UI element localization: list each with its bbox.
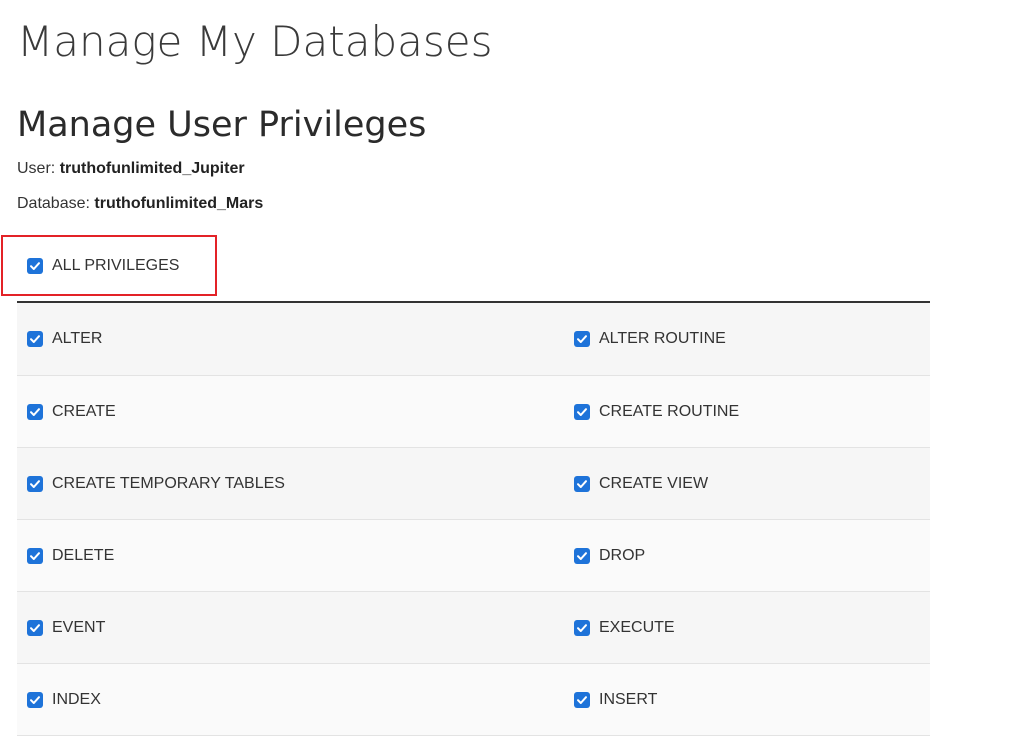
privilege-label: DROP	[599, 546, 646, 564]
privilege-checkbox-create-routine[interactable]: CREATE ROUTINE	[564, 376, 930, 447]
privilege-checkbox-create-temporary-tables[interactable]: CREATE TEMPORARY TABLES	[17, 448, 564, 519]
table-row: INDEX INSERT	[17, 664, 930, 736]
privilege-checkbox-delete[interactable]: DELETE	[17, 520, 564, 591]
privilege-checkbox-alter[interactable]: ALTER	[17, 303, 564, 375]
privilege-label: EXECUTE	[599, 618, 675, 636]
privilege-label: CREATE	[52, 402, 116, 420]
checkbox-checked-icon[interactable]	[574, 475, 590, 492]
table-row: EVENT EXECUTE	[17, 592, 930, 664]
privilege-label: ALTER ROUTINE	[599, 330, 726, 347]
privilege-label: CREATE ROUTINE	[599, 402, 740, 420]
all-privileges-checkbox[interactable]: ALL PRIVILEGES	[27, 257, 179, 275]
checkbox-checked-icon[interactable]	[27, 258, 43, 274]
privilege-label: INDEX	[52, 690, 101, 708]
checkbox-checked-icon[interactable]	[27, 331, 43, 347]
privilege-checkbox-create-view[interactable]: CREATE VIEW	[564, 448, 930, 519]
privilege-label: CREATE VIEW	[599, 474, 709, 492]
privileges-table: ALTER ALTER ROUTINE CREATE CREATE ROUTIN…	[17, 301, 930, 736]
checkbox-checked-icon[interactable]	[574, 331, 590, 347]
privilege-label: CREATE TEMPORARY TABLES	[52, 474, 285, 492]
table-row: CREATE TEMPORARY TABLES CREATE VIEW	[17, 448, 930, 520]
privilege-checkbox-create[interactable]: CREATE	[17, 376, 564, 447]
checkbox-checked-icon[interactable]	[574, 691, 590, 708]
privilege-checkbox-index[interactable]: INDEX	[17, 664, 564, 735]
table-row: CREATE CREATE ROUTINE	[17, 376, 930, 448]
privilege-label: ALTER	[52, 330, 103, 347]
user-label: User:	[17, 160, 56, 177]
checkbox-checked-icon[interactable]	[574, 619, 590, 636]
database-value: truthofunlimited_Mars	[94, 195, 264, 212]
privilege-checkbox-insert[interactable]: INSERT	[564, 664, 930, 735]
checkbox-checked-icon[interactable]	[27, 403, 43, 420]
privilege-label: INSERT	[599, 690, 658, 708]
privilege-checkbox-drop[interactable]: DROP	[564, 520, 930, 591]
section-title: Manage User Privileges	[17, 105, 427, 145]
checkbox-checked-icon[interactable]	[27, 547, 43, 564]
user-value: truthofunlimited_Jupiter	[59, 160, 245, 177]
privilege-label: EVENT	[52, 618, 106, 636]
database-info: Database: truthofunlimited_Mars	[17, 194, 263, 214]
user-info: User: truthofunlimited_Jupiter	[17, 159, 245, 179]
table-row: ALTER ALTER ROUTINE	[17, 303, 930, 376]
checkbox-checked-icon[interactable]	[27, 475, 43, 492]
checkbox-checked-icon[interactable]	[574, 547, 590, 564]
checkbox-checked-icon[interactable]	[574, 403, 590, 420]
database-label: Database:	[17, 195, 90, 212]
privilege-checkbox-execute[interactable]: EXECUTE	[564, 592, 930, 663]
privilege-label: DELETE	[52, 546, 115, 564]
checkbox-checked-icon[interactable]	[27, 691, 43, 708]
privilege-checkbox-event[interactable]: EVENT	[17, 592, 564, 663]
checkbox-checked-icon[interactable]	[27, 619, 43, 636]
page-title: Manage My Databases	[17, 17, 493, 66]
all-privileges-label: ALL PRIVILEGES	[52, 257, 180, 274]
privilege-checkbox-alter-routine[interactable]: ALTER ROUTINE	[564, 303, 930, 375]
table-row: DELETE DROP	[17, 520, 930, 592]
